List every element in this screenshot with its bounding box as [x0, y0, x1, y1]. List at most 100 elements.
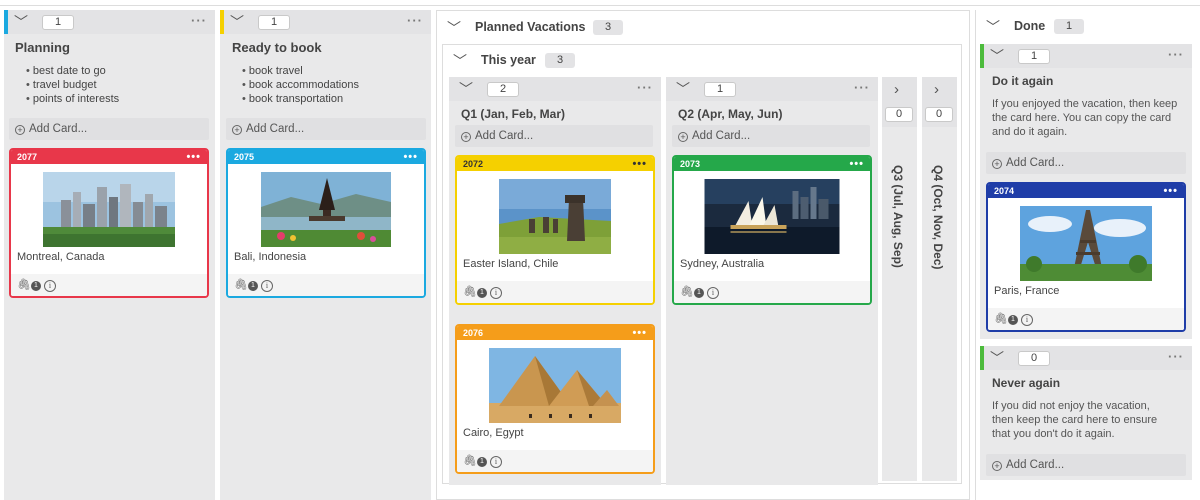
card-header: 2073 •••: [674, 157, 870, 171]
add-card-button[interactable]: + Add Card...: [9, 118, 209, 140]
card-count: 1: [1054, 19, 1084, 34]
card-2075[interactable]: 2075 ••• Bali, Indonesia 🖇 1 i: [226, 148, 426, 298]
card-count: 0: [885, 107, 913, 122]
card-footer: 🖇 1 i: [674, 281, 870, 303]
card-2077[interactable]: 2077 ••• Montreal, Canada 🖇 1 i: [9, 148, 209, 298]
plus-circle-icon: +: [232, 125, 242, 135]
attachment-count: 1: [247, 281, 258, 291]
chevron-down-icon[interactable]: ﹀: [447, 18, 461, 38]
card-count: 3: [593, 20, 623, 35]
card-footer: 🖇 1 i: [228, 274, 424, 296]
add-card-label: Add Card...: [475, 130, 534, 142]
add-card-button[interactable]: + Add Card...: [455, 125, 653, 147]
info-icon[interactable]: i: [1021, 314, 1034, 326]
column-header: ﹀ 0 ···: [980, 346, 1192, 370]
chevron-right-icon[interactable]: ›: [934, 81, 939, 98]
plus-circle-icon: +: [992, 159, 1002, 169]
add-card-label: Add Card...: [29, 123, 88, 135]
chevron-down-icon[interactable]: ﹀: [676, 79, 690, 99]
add-card-label: Add Card...: [692, 130, 751, 142]
more-dots-icon[interactable]: •••: [632, 326, 647, 340]
more-dots-icon[interactable]: ···: [637, 80, 653, 95]
card-count: 0: [925, 107, 953, 122]
card-footer: 🖇 1 i: [988, 308, 1184, 330]
card-footer: 🖇 1 i: [457, 281, 653, 303]
chevron-right-icon[interactable]: ›: [894, 81, 899, 98]
card-footer: 🖇 1 i: [11, 274, 207, 296]
card-image-cairo: [489, 348, 621, 423]
paperclip-icon: 🖇: [463, 455, 477, 467]
chevron-down-icon[interactable]: ﹀: [986, 17, 1000, 37]
column-description: If you did not enjoy the vacation, then …: [992, 400, 1158, 440]
more-dots-icon[interactable]: •••: [1163, 184, 1178, 198]
attachment-indicator[interactable]: 🖇 1 i: [17, 278, 57, 292]
card-image-easter-island: [499, 179, 611, 254]
more-dots-icon[interactable]: •••: [403, 150, 418, 164]
top-divider: [0, 5, 1200, 6]
card-id: 2076: [463, 328, 484, 338]
column-description: If you enjoyed the vacation, then keep t…: [992, 98, 1178, 138]
column-header: › 0: [882, 77, 917, 127]
more-dots-icon[interactable]: ···: [191, 13, 207, 28]
card-id: 2073: [680, 159, 701, 169]
card-count: 3: [545, 53, 575, 68]
card-2076[interactable]: 2076 ••• Cairo, Egypt 🖇 1 i: [455, 324, 655, 474]
list-item: book accommodations: [242, 78, 359, 92]
attachment-indicator[interactable]: 🖇 1 i: [234, 278, 274, 292]
more-dots-icon[interactable]: ···: [1168, 47, 1184, 62]
plus-circle-icon: +: [992, 461, 1002, 471]
column-accent: [980, 44, 984, 68]
card-image-sydney: [704, 179, 840, 254]
chevron-down-icon[interactable]: ﹀: [453, 51, 467, 71]
more-dots-icon[interactable]: ···: [407, 13, 423, 28]
column-header: ﹀ 1 ···: [4, 10, 215, 34]
chevron-down-icon[interactable]: ﹀: [990, 46, 1004, 66]
more-dots-icon[interactable]: •••: [849, 157, 864, 171]
column-q4-collapsed[interactable]: › 0 Q4 (Oct, Nov, Dec): [922, 77, 957, 481]
info-icon[interactable]: i: [490, 456, 503, 468]
column-q3-collapsed[interactable]: › 0 Q3 (Jul, Aug, Sep): [882, 77, 917, 481]
attachment-indicator[interactable]: 🖇 1 i: [463, 454, 503, 468]
card-2073[interactable]: 2073 ••• Sydney, Australia 🖇 1 i: [672, 155, 872, 305]
info-icon[interactable]: i: [261, 280, 274, 292]
more-dots-icon[interactable]: ···: [1168, 349, 1184, 364]
attachment-count: 1: [1007, 315, 1018, 325]
chevron-down-icon[interactable]: ﹀: [230, 12, 244, 32]
card-label: Paris, France: [994, 285, 1060, 297]
chevron-down-icon[interactable]: ﹀: [990, 348, 1004, 368]
paperclip-icon: 🖇: [17, 279, 31, 291]
column-accent: [4, 10, 8, 34]
column-title: Q3 (Jul, Aug, Sep): [891, 165, 905, 268]
attachment-indicator[interactable]: 🖇 1 i: [463, 285, 503, 299]
attachment-count: 1: [30, 281, 41, 291]
more-dots-icon[interactable]: •••: [632, 157, 647, 171]
card-image-paris: [1020, 206, 1152, 281]
attachment-indicator[interactable]: 🖇 1 i: [680, 285, 720, 299]
attachment-indicator[interactable]: 🖇 1 i: [994, 312, 1034, 326]
list-item: points of interests: [26, 92, 119, 106]
add-card-button[interactable]: + Add Card...: [672, 125, 870, 147]
more-dots-icon[interactable]: ···: [854, 80, 870, 95]
column-title: Q4 (Oct, Nov, Dec): [931, 165, 945, 270]
chevron-down-icon[interactable]: ﹀: [459, 79, 473, 99]
chevron-down-icon[interactable]: ﹀: [14, 12, 28, 32]
more-dots-icon[interactable]: •••: [186, 150, 201, 164]
card-label: Montreal, Canada: [17, 251, 105, 263]
card-2074[interactable]: 2074 ••• Paris, France 🖇 1 i: [986, 182, 1186, 332]
card-2072[interactable]: 2072 ••• Easter Island, Chile 🖇 1 i: [455, 155, 655, 305]
column-title: Q2 (Apr, May, Jun): [678, 107, 783, 121]
attachment-count: 1: [693, 288, 704, 298]
add-card-button[interactable]: + Add Card...: [986, 454, 1186, 476]
info-icon[interactable]: i: [44, 280, 57, 292]
paperclip-icon: 🖇: [234, 279, 248, 291]
card-header: 2072 •••: [457, 157, 653, 171]
column-title: Never again: [992, 376, 1061, 390]
info-icon[interactable]: i: [490, 287, 503, 299]
column-accent: [980, 346, 984, 370]
info-icon[interactable]: i: [707, 287, 720, 299]
card-label: Bali, Indonesia: [234, 251, 307, 263]
card-count: 1: [42, 15, 74, 30]
add-card-button[interactable]: + Add Card...: [986, 152, 1186, 174]
column-title: Do it again: [992, 74, 1054, 88]
add-card-button[interactable]: + Add Card...: [226, 118, 426, 140]
